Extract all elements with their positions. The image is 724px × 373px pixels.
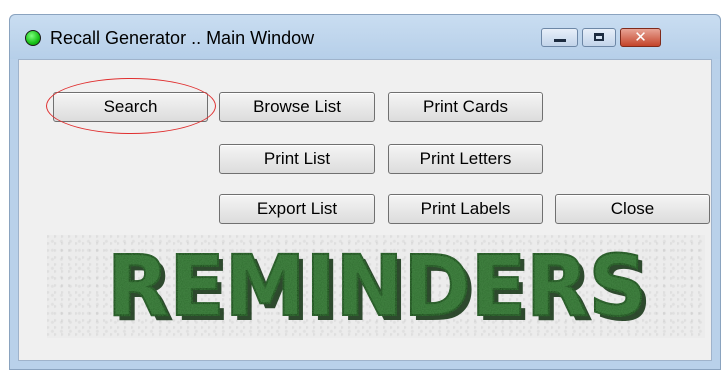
window-title: Recall Generator .. Main Window: [50, 28, 315, 48]
print-letters-button[interactable]: Print Letters: [388, 144, 543, 174]
close-button[interactable]: Close: [555, 194, 710, 224]
title-bar[interactable]: Recall Generator .. Main Window ✕: [10, 15, 720, 59]
minimize-button[interactable]: [541, 28, 578, 47]
print-cards-button[interactable]: Print Cards: [388, 92, 543, 122]
status-light-icon: [25, 30, 41, 46]
maximize-button[interactable]: [582, 28, 616, 47]
banner-text: REMINDERS: [107, 237, 647, 335]
reminders-banner-art: REMINDERS REMINDERS: [106, 236, 652, 338]
export-list-button[interactable]: Export List: [219, 194, 375, 224]
reminders-banner: REMINDERS REMINDERS: [47, 235, 705, 338]
minimize-icon: [554, 39, 566, 42]
client-area: Search Browse List Print Cards Print Lis…: [18, 59, 712, 361]
main-window: Recall Generator .. Main Window ✕ Search…: [9, 14, 721, 370]
close-icon: ✕: [634, 28, 647, 46]
close-window-button[interactable]: ✕: [620, 28, 661, 47]
browse-list-button[interactable]: Browse List: [219, 92, 375, 122]
print-labels-button[interactable]: Print Labels: [388, 194, 543, 224]
print-list-button[interactable]: Print List: [219, 144, 375, 174]
search-button[interactable]: Search: [53, 92, 208, 122]
maximize-icon: [594, 33, 604, 41]
